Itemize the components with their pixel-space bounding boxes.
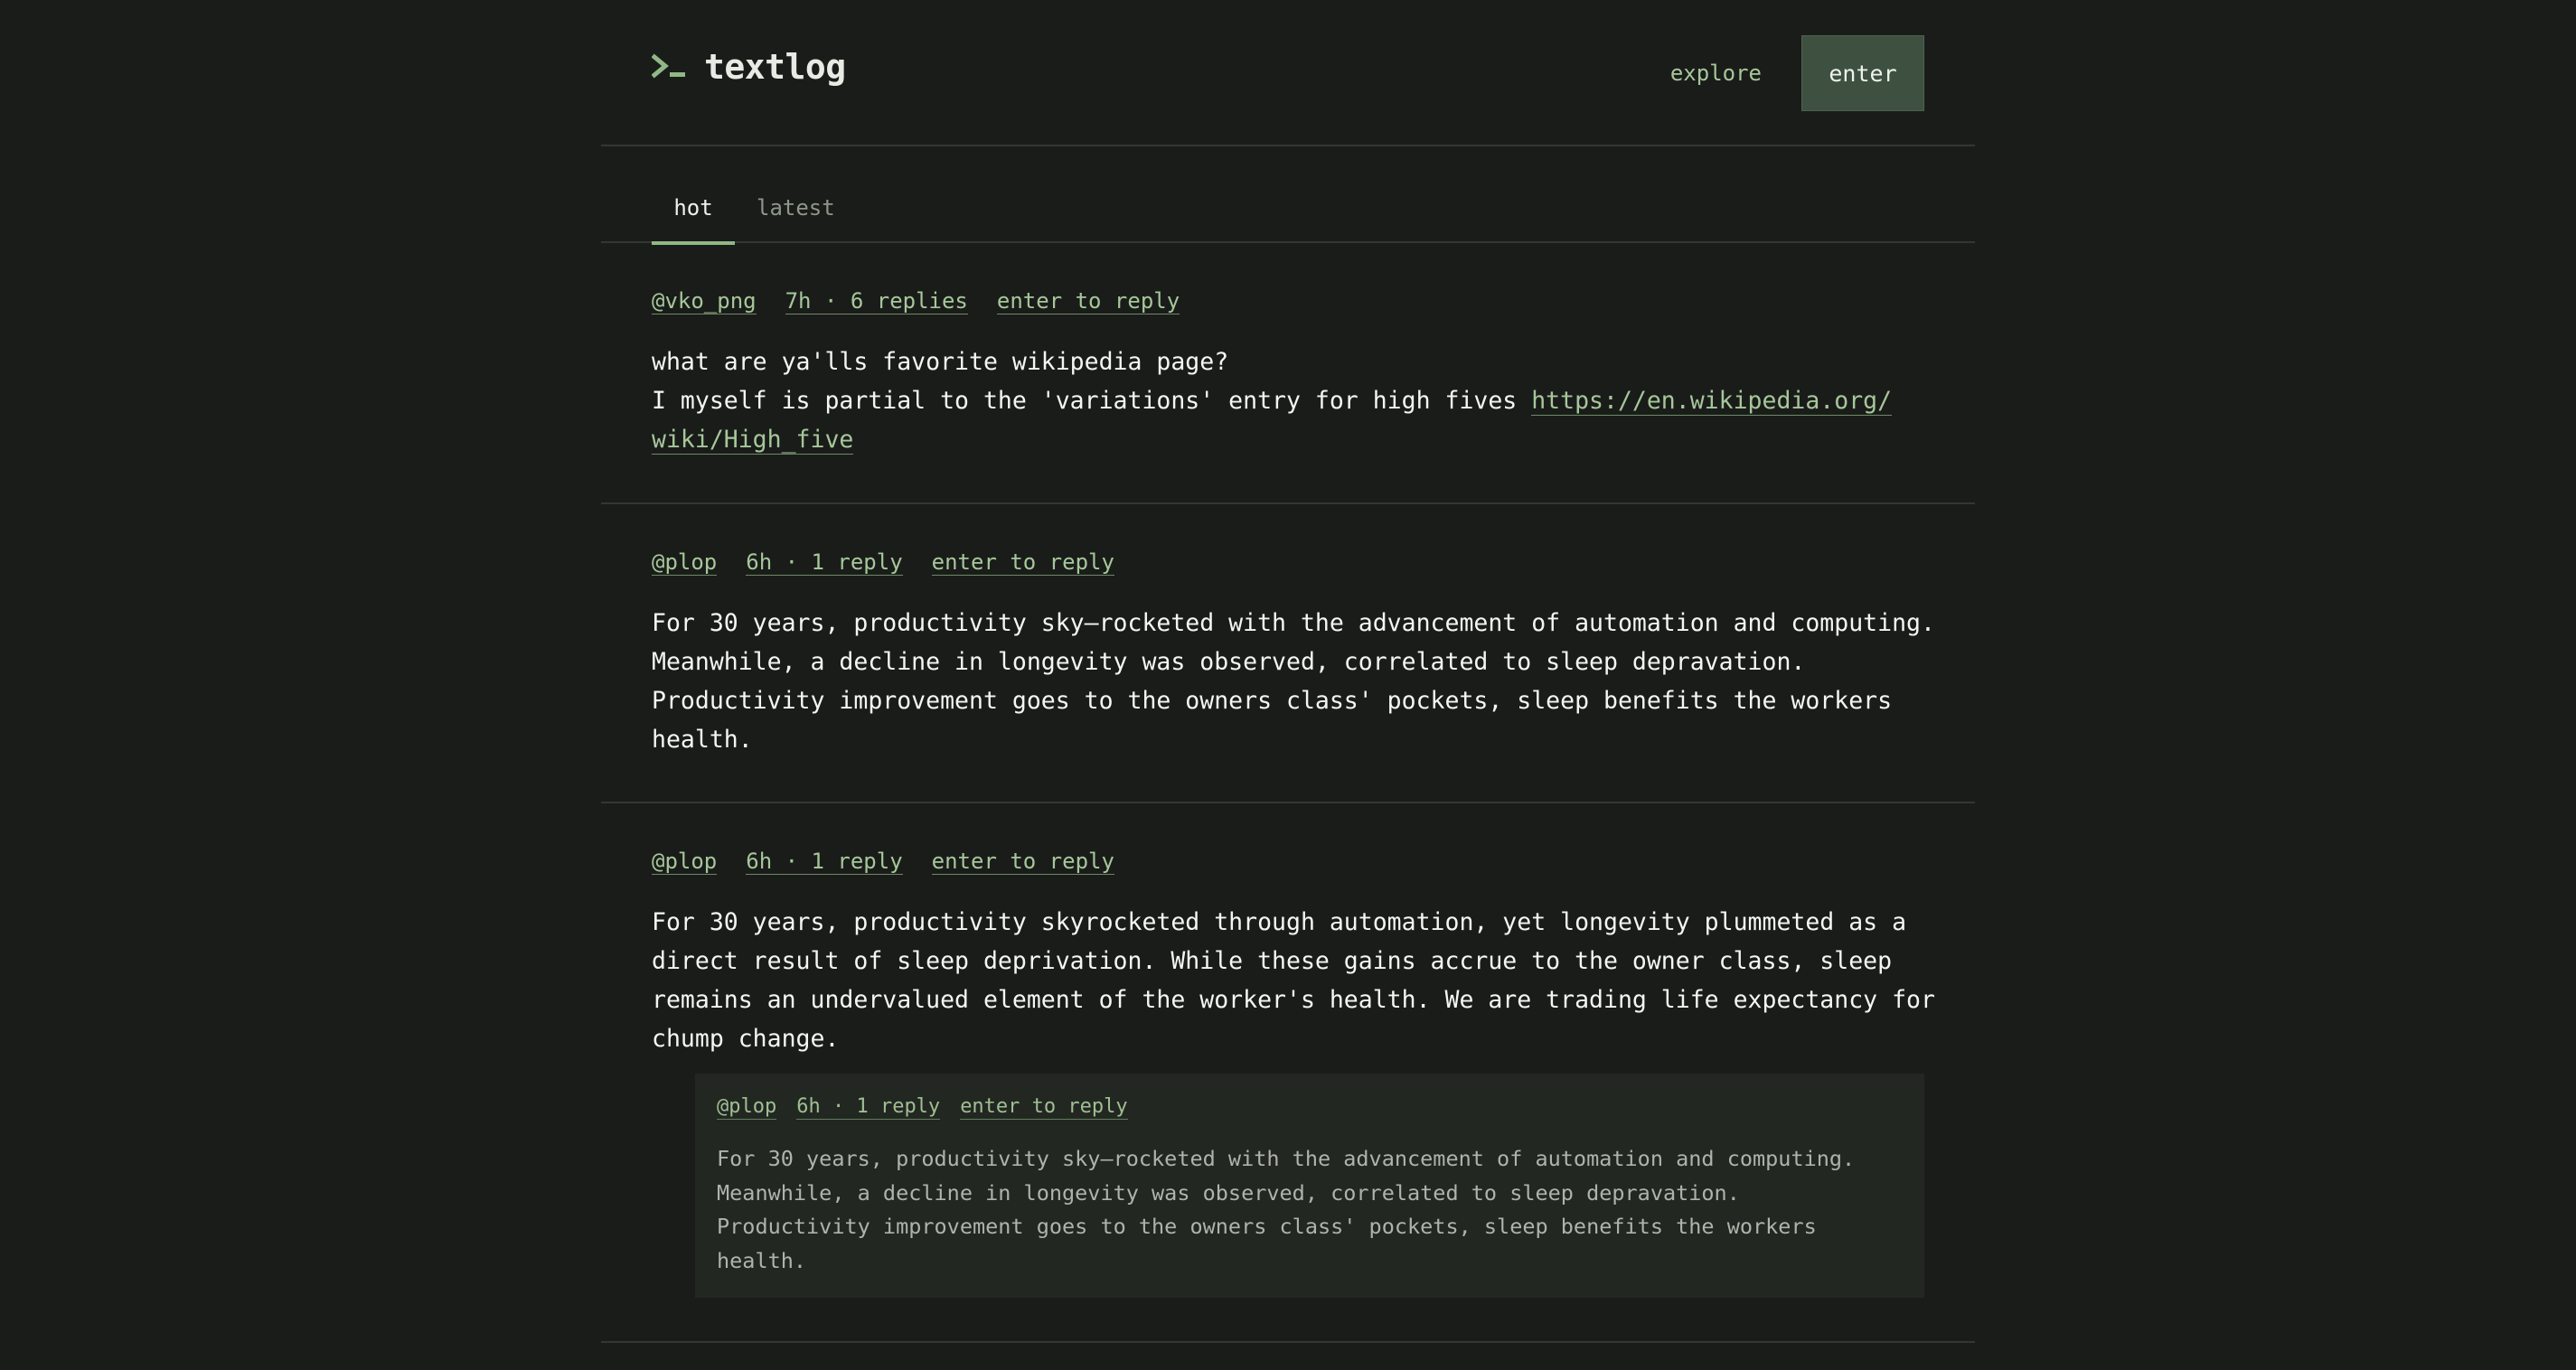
top-bar: textlog explore enter bbox=[601, 0, 1975, 146]
terminal-prompt-icon bbox=[652, 53, 685, 79]
page-column: textlog explore enter hot latest @vko_pn… bbox=[601, 0, 1975, 1370]
enter-to-reply-link[interactable]: enter to reply bbox=[931, 849, 1114, 875]
post-author-link[interactable]: @plop bbox=[652, 549, 718, 576]
enter-to-reply-link[interactable]: enter to reply bbox=[996, 288, 1180, 314]
post-item: @vko_png 7h · 6 replies enter to reply w… bbox=[601, 243, 1975, 504]
post-body: For 30 years, productivity sky–rocketed … bbox=[652, 609, 1935, 754]
post-author-link[interactable]: @plop bbox=[652, 849, 718, 875]
quoted-author-link[interactable]: @plop bbox=[717, 1095, 777, 1120]
feed-tabs: hot latest bbox=[601, 146, 1975, 245]
tab-hot[interactable]: hot bbox=[652, 195, 735, 245]
app-name: textlog bbox=[704, 47, 846, 87]
post-text: what are ya'lls favorite wikipedia page?… bbox=[652, 348, 1518, 415]
post-meta: @plop 6h · 1 reply enter to reply bbox=[652, 549, 1114, 576]
wikipedia-link-continued[interactable]: wiki/High_five bbox=[652, 426, 854, 455]
wikipedia-link[interactable]: https://en.wikipedia.org/ bbox=[1531, 387, 1893, 416]
post-meta: @vko_png 7h · 6 replies enter to reply bbox=[652, 288, 1180, 314]
post-time-replies-link[interactable]: 7h · 6 replies bbox=[785, 288, 968, 314]
logo[interactable]: textlog bbox=[652, 47, 846, 87]
enter-to-reply-link[interactable]: enter to reply bbox=[931, 549, 1114, 576]
quoted-enter-to-reply-link[interactable]: enter to reply bbox=[960, 1095, 1128, 1120]
quoted-post[interactable]: @plop 6h · 1 reply enter to reply For 30… bbox=[695, 1074, 1924, 1298]
explore-link[interactable]: explore bbox=[1670, 61, 1762, 86]
tab-latest[interactable]: latest bbox=[757, 195, 835, 221]
post-body: what are ya'lls favorite wikipedia page?… bbox=[652, 342, 1935, 459]
post-author-link[interactable]: @vko_png bbox=[652, 288, 757, 314]
quoted-post-meta: @plop 6h · 1 reply enter to reply bbox=[717, 1095, 1128, 1120]
quoted-time-replies-link[interactable]: 6h · 1 reply bbox=[796, 1095, 941, 1120]
post-time-replies-link[interactable]: 6h · 1 reply bbox=[746, 549, 903, 576]
post-meta: @plop 6h · 1 reply enter to reply bbox=[652, 849, 1114, 875]
top-nav: explore enter bbox=[1670, 35, 1924, 111]
post-body: For 30 years, productivity skyrocketed t… bbox=[652, 908, 1935, 1053]
post-item: @plop 6h · 1 reply enter to reply For 30… bbox=[601, 504, 1975, 803]
quoted-post-body: For 30 years, productivity sky–rocketed … bbox=[717, 1146, 1856, 1273]
post-time-replies-link[interactable]: 6h · 1 reply bbox=[746, 849, 903, 875]
post-item: @plop 6h · 1 reply enter to reply For 30… bbox=[601, 803, 1975, 1343]
enter-button[interactable]: enter bbox=[1801, 35, 1924, 111]
